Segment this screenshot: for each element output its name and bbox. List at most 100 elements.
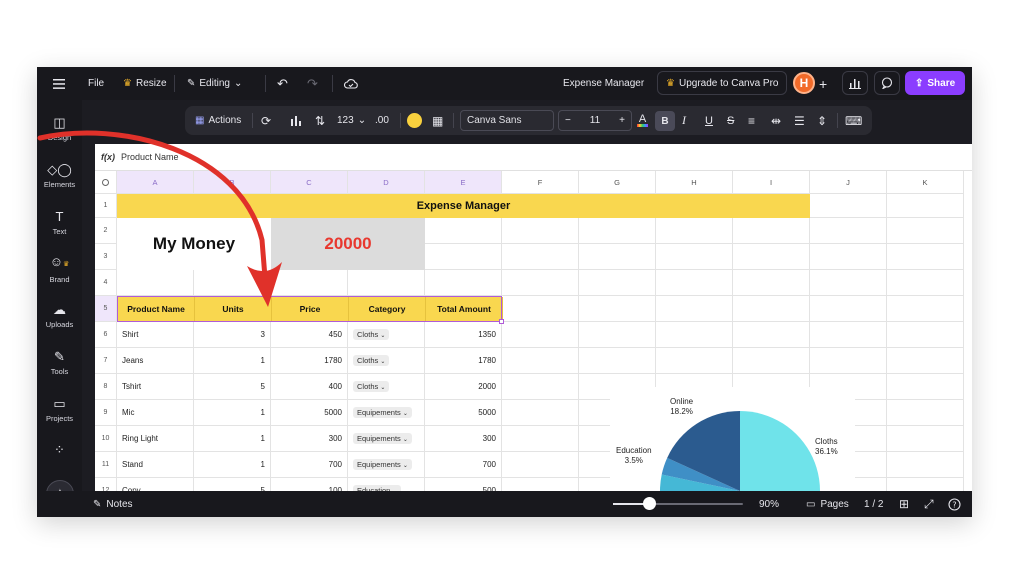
cell[interactable] (502, 348, 579, 374)
column-header-k[interactable]: K (887, 171, 964, 194)
cell[interactable] (887, 270, 964, 296)
cell[interactable] (425, 270, 502, 296)
cell[interactable] (887, 400, 964, 426)
row-header-9[interactable]: 9 (95, 400, 117, 426)
column-header-c[interactable]: C (271, 171, 348, 194)
product-name-cell[interactable]: Shirt (117, 322, 194, 348)
sidebar-item-elements[interactable]: ◇◯ Elements (37, 163, 82, 190)
category-dropdown[interactable]: Equipements ⌄ (353, 459, 412, 470)
table-header-cell[interactable]: Units (195, 297, 272, 321)
add-collaborator-icon[interactable]: + (819, 67, 827, 100)
number-format-dropdown[interactable]: 123 ⌄ (337, 106, 366, 135)
bar-chart-icon[interactable] (290, 106, 304, 135)
category-dropdown[interactable]: Cloths ⌄ (353, 381, 390, 392)
undo-icon[interactable]: ↶ (277, 67, 288, 100)
column-header-d[interactable]: D (348, 171, 425, 194)
cell[interactable] (887, 296, 964, 322)
cell[interactable] (502, 400, 579, 426)
list-icon[interactable]: ☰ (794, 106, 805, 135)
notes-button[interactable]: ✎ Notes (93, 491, 133, 517)
cell[interactable] (502, 218, 579, 244)
file-menu[interactable]: File (88, 67, 104, 100)
pages-button[interactable]: ▭ Pages (806, 491, 849, 517)
sheet-title-band[interactable]: Expense Manager (117, 194, 810, 218)
paint-format-icon[interactable]: ⌨ (845, 106, 862, 135)
row-header-5[interactable]: 5 (95, 296, 117, 322)
row-header-1[interactable]: 1 (95, 194, 117, 218)
row-header-8[interactable]: 8 (95, 374, 117, 400)
cell[interactable] (656, 296, 733, 322)
bold-button[interactable]: B (655, 111, 675, 131)
sidebar-item-design[interactable]: ◫ Design (37, 116, 82, 143)
cell[interactable] (887, 322, 964, 348)
selection-handle[interactable] (499, 319, 504, 324)
font-size-stepper[interactable]: − 11 + (558, 110, 632, 131)
zoom-slider[interactable] (613, 497, 743, 510)
category-dropdown[interactable]: Equipements ⌄ (353, 407, 412, 418)
menu-icon[interactable] (53, 67, 65, 100)
total-amount-cell[interactable]: 500 (425, 478, 502, 491)
decimal-format-button[interactable]: .00 (375, 106, 389, 135)
fullscreen-icon[interactable]: ⤢ (924, 491, 934, 517)
category-dropdown[interactable]: Equipements ⌄ (353, 433, 412, 444)
row-header-11[interactable]: 11 (95, 452, 117, 478)
sidebar-item-brand[interactable]: ☺♛ Brand (37, 255, 82, 285)
cell[interactable] (887, 374, 964, 400)
pie-chart[interactable]: Online 18.2% Cloths 36.1% Education 3.5% (610, 387, 855, 491)
total-amount-cell[interactable]: 2000 (425, 374, 502, 400)
my-money-label[interactable]: My Money (117, 218, 271, 270)
help-icon[interactable]: ? (948, 491, 961, 517)
column-header-h[interactable]: H (656, 171, 733, 194)
column-header-e[interactable]: E (425, 171, 502, 194)
refresh-icon[interactable]: ⟳ (261, 106, 271, 135)
cell[interactable] (579, 348, 656, 374)
cell[interactable] (579, 218, 656, 244)
total-amount-cell[interactable]: 700 (425, 452, 502, 478)
row-header-2[interactable]: 2 (95, 218, 117, 244)
units-cell[interactable]: 5 (194, 374, 271, 400)
cell[interactable] (425, 218, 502, 244)
table-header-cell[interactable]: Total Amount (426, 297, 503, 321)
column-header-a[interactable]: A (117, 171, 194, 194)
cell[interactable] (348, 270, 425, 296)
cell[interactable] (579, 322, 656, 348)
cell[interactable] (733, 348, 810, 374)
table-header-cell[interactable]: Product Name (118, 297, 195, 321)
font-size-value[interactable]: 11 (590, 115, 600, 126)
cell[interactable] (117, 270, 194, 296)
cell[interactable] (887, 348, 964, 374)
category-cell[interactable]: Cloths ⌄ (348, 348, 425, 374)
product-name-cell[interactable]: Jeans (117, 348, 194, 374)
increase-size-icon[interactable]: + (619, 115, 625, 126)
units-cell[interactable]: 1 (194, 452, 271, 478)
cell[interactable] (810, 270, 887, 296)
column-header-j[interactable]: J (810, 171, 887, 194)
column-header-g[interactable]: G (579, 171, 656, 194)
cell[interactable] (810, 218, 887, 244)
select-all-corner[interactable] (95, 171, 117, 194)
table-header-row[interactable]: Product Name Units Price Category Total Amou… (117, 296, 503, 322)
price-cell[interactable]: 700 (271, 452, 348, 478)
row-header-10[interactable]: 10 (95, 426, 117, 452)
units-cell[interactable]: 3 (194, 322, 271, 348)
cell[interactable] (656, 348, 733, 374)
table-header-cell[interactable]: Category (349, 297, 426, 321)
column-header-b[interactable]: B (194, 171, 271, 194)
cell[interactable] (502, 478, 579, 491)
sidebar-item-text[interactable]: T Text (37, 210, 82, 237)
cell[interactable] (887, 426, 964, 452)
cell[interactable] (733, 270, 810, 296)
font-family-select[interactable]: Canva Sans (460, 110, 554, 131)
cell[interactable] (579, 270, 656, 296)
text-color-icon[interactable]: A (637, 106, 648, 135)
cell-color-swatch[interactable] (407, 113, 422, 128)
cell[interactable] (656, 244, 733, 270)
actions-button[interactable]: ▦ Actions (195, 106, 241, 135)
units-cell[interactable]: 1 (194, 400, 271, 426)
cell[interactable] (656, 270, 733, 296)
total-amount-cell[interactable]: 300 (425, 426, 502, 452)
cell[interactable] (656, 218, 733, 244)
zoom-level[interactable]: 90% (759, 491, 779, 517)
cell[interactable] (733, 218, 810, 244)
row-header-6[interactable]: 6 (95, 322, 117, 348)
